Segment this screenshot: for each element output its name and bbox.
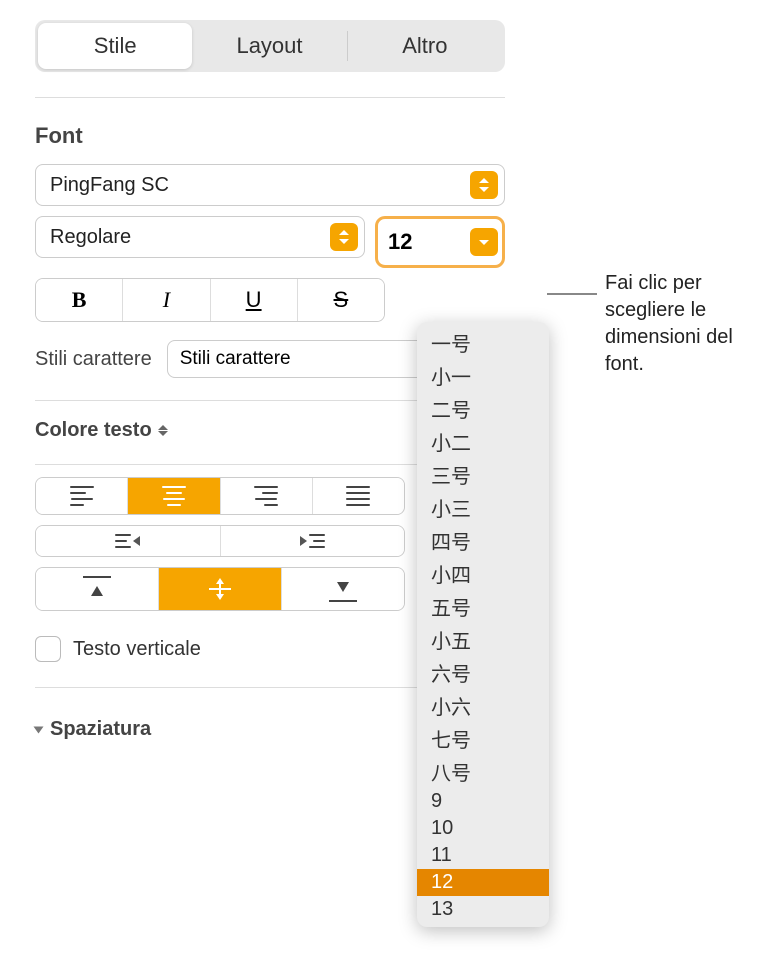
spacing-label: Spaziatura <box>50 718 151 741</box>
align-center-button[interactable] <box>128 478 220 514</box>
callout-leader-line <box>547 293 597 295</box>
increase-indent-icon <box>300 534 325 548</box>
font-size-option[interactable]: 六号 <box>417 656 549 689</box>
tab-layout[interactable]: Layout <box>192 23 346 69</box>
font-style-value: Regolare <box>50 226 330 249</box>
font-size-option[interactable]: 小三 <box>417 491 549 524</box>
font-size-option[interactable]: 小五 <box>417 623 549 656</box>
font-size-option[interactable]: 五号 <box>417 590 549 623</box>
tab-other[interactable]: Altro <box>348 23 502 69</box>
align-right-button[interactable] <box>221 478 313 514</box>
align-justify-button[interactable] <box>313 478 404 514</box>
font-size-option[interactable]: 二号 <box>417 392 549 425</box>
decrease-indent-button[interactable] <box>36 526 221 556</box>
tab-style[interactable]: Stile <box>38 23 192 69</box>
valign-middle-button[interactable] <box>159 568 282 610</box>
font-size-option[interactable]: 小一 <box>417 359 549 392</box>
valign-top-button[interactable] <box>36 568 159 610</box>
chevron-down-icon[interactable] <box>470 228 498 256</box>
character-styles-label: Stili carattere <box>35 348 152 371</box>
valign-top-icon <box>83 576 111 602</box>
vertical-text-label: Testo verticale <box>73 638 201 661</box>
font-size-option[interactable]: 12 <box>417 869 549 896</box>
chevron-right-icon <box>35 725 42 735</box>
updown-icon <box>470 171 498 199</box>
underline-button[interactable]: U <box>211 279 298 321</box>
font-size-menu[interactable]: 一号小一二号小二三号小三四号小四五号小五六号小六七号八号910111213 <box>417 322 549 927</box>
panel-tabs: Stile Layout Altro <box>35 20 505 72</box>
font-size-input[interactable] <box>388 229 470 255</box>
font-size-option[interactable]: 13 <box>417 896 549 923</box>
italic-button[interactable]: I <box>123 279 210 321</box>
horizontal-align-group <box>35 477 405 515</box>
font-size-option[interactable]: 小六 <box>417 689 549 722</box>
font-size-option[interactable]: 七号 <box>417 722 549 755</box>
updown-icon <box>330 223 358 251</box>
align-justify-icon <box>346 486 370 506</box>
bold-button[interactable]: B <box>36 279 123 321</box>
vertical-text-checkbox[interactable] <box>35 636 61 662</box>
font-family-value: PingFang SC <box>50 174 470 197</box>
font-size-field[interactable] <box>375 216 505 268</box>
align-right-icon <box>254 486 278 506</box>
font-size-option[interactable]: 三号 <box>417 458 549 491</box>
font-size-option[interactable]: 9 <box>417 788 549 815</box>
valign-bottom-icon <box>329 576 357 602</box>
align-left-icon <box>70 486 94 506</box>
strikethrough-button[interactable]: S <box>298 279 384 321</box>
font-size-option[interactable]: 四号 <box>417 524 549 557</box>
font-style-dropdown[interactable]: Regolare <box>35 216 365 258</box>
font-size-option[interactable]: 11 <box>417 842 549 869</box>
text-format-group: B I U S <box>35 278 385 322</box>
text-color-label: Colore testo <box>35 419 152 442</box>
divider <box>35 97 505 98</box>
font-size-option[interactable]: 小四 <box>417 557 549 590</box>
vertical-align-group <box>35 567 405 611</box>
valign-middle-icon <box>206 576 234 602</box>
font-size-option[interactable]: 一号 <box>417 326 549 359</box>
decrease-indent-icon <box>115 534 140 548</box>
updown-icon <box>158 425 168 436</box>
valign-bottom-button[interactable] <box>282 568 404 610</box>
font-size-option[interactable]: 10 <box>417 815 549 842</box>
font-size-option[interactable]: 八号 <box>417 755 549 788</box>
font-section-title: Font <box>35 123 505 149</box>
font-family-dropdown[interactable]: PingFang SC <box>35 164 505 206</box>
indent-group <box>35 525 405 557</box>
font-size-option[interactable]: 小二 <box>417 425 549 458</box>
increase-indent-button[interactable] <box>221 526 405 556</box>
align-left-button[interactable] <box>36 478 128 514</box>
align-center-icon <box>162 486 186 506</box>
callout-text: Fai clic per scegliere le dimensioni del… <box>605 270 770 378</box>
